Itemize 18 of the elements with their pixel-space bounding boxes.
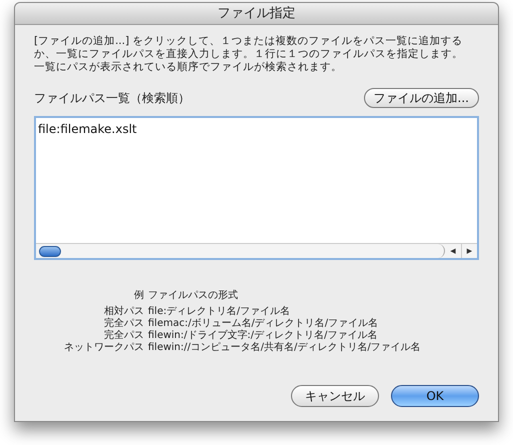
path-type-label: 完全パス xyxy=(103,330,144,342)
path-format: file:ディレクトリ名/ファイル名 xyxy=(148,306,291,318)
path-type-label: ネットワークパス xyxy=(64,342,144,354)
path-type-label: 完全パス xyxy=(103,318,144,330)
window-title: ファイル指定 xyxy=(218,4,296,23)
path-type-label: 相対パス xyxy=(103,306,144,318)
add-file-button[interactable]: ファイルの追加... xyxy=(364,88,479,108)
scroll-thumb[interactable] xyxy=(39,246,61,256)
list-label: ファイルパス一覧（検索順） xyxy=(34,90,190,107)
path-format: filewin:/ドライブ文字:/ディレクトリ名/ファイル名 xyxy=(148,330,378,342)
path-entry: file:filemake.xslt xyxy=(37,121,137,138)
path-format: filemac:/ボリューム名/ディレクトリ名/ファイル名 xyxy=(148,318,380,330)
cancel-button[interactable]: キャンセル xyxy=(291,385,379,407)
path-format: filewin://コンピュータ名/共有名/ディレクトリ名/ファイル名 xyxy=(148,342,422,354)
ok-button[interactable]: OK xyxy=(391,385,479,407)
example-label: 例 xyxy=(133,290,144,302)
description: [ファイルの追加...] をクリックして、１つまたは複数のファイルをパス一覧に追加するか、一覧にファイルパスを直接入力します。１行に１つのファイルパスを指定します。一覧にパスが表示されている順序でファイルが検索されます。 xyxy=(34,35,464,74)
example-heading: ファイルパスの形式 xyxy=(148,290,239,302)
